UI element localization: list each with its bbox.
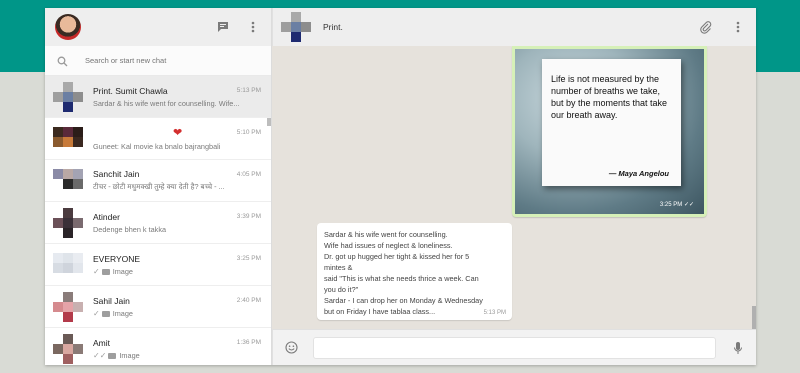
chat-preview: Sardar & his wife went for counselling. … [93, 98, 240, 108]
message-line: Sardar & his wife went for counselling. [324, 230, 448, 239]
chat-preview: ✓✓ Image [93, 351, 261, 360]
chat-name: Sahil Jain [93, 295, 130, 306]
text-message[interactable]: Sardar & his wife went for counselling. … [317, 223, 512, 320]
chat-time: 4:05 PM [236, 170, 261, 178]
message-line: you do it?" [324, 285, 359, 294]
my-avatar[interactable] [55, 14, 81, 40]
message-time: 3:25 PM ✓✓ [660, 201, 694, 208]
avatar [53, 124, 83, 154]
sidebar-header [45, 8, 271, 46]
message-line: mintes & [324, 263, 353, 272]
message-line: said "This is what she needs thrice a we… [324, 274, 479, 283]
chat-time: 5:13 PM [236, 87, 261, 94]
heart-emoji-icon: ❤ [173, 127, 183, 139]
chat-preview: टीचर - छोटी मधुमक्खी तुम्हे क्या देती है… [93, 182, 225, 191]
mic-icon[interactable] [730, 340, 746, 356]
message-line: Sardar - I can drop her on Monday & Wedn… [324, 296, 483, 305]
chat-name: Sanchit Jain [93, 169, 140, 179]
chat-time: 3:25 PM [236, 255, 261, 262]
menu-icon[interactable] [245, 19, 261, 35]
chat-item-atinder[interactable]: Atinder 3:39 PM Dedenge bhen k takka [45, 202, 271, 244]
chat-item-sanchit[interactable]: Sanchit Jain 4:05 PM टीचर - छोटी मधुमक्ख… [45, 160, 271, 202]
chat-preview: Guneet: Kal movie ka bnalo bajrangbali [93, 142, 221, 151]
avatar [53, 207, 83, 238]
avatar [53, 333, 83, 364]
message-time: 5:13 PM [483, 310, 506, 316]
quote-author: — Maya Angelou [608, 169, 669, 178]
contact-avatar[interactable] [281, 12, 311, 42]
chat-list: Print. Sumit Chawla 5:13 PM Sardar & his… [45, 76, 271, 365]
avatar [53, 250, 83, 280]
chat-name: Atinder [93, 211, 120, 222]
chat-item-everyone[interactable]: EVERYONE 3:25 PM ✓ Image [45, 244, 271, 286]
double-check-icon: ✓✓ [683, 202, 694, 208]
check-icon: ✓ [93, 308, 100, 318]
chat-item-sahil[interactable]: Sahil Jain 2:40 PM ✓ Image [45, 286, 271, 328]
chat-name: Print. Sumit Chawla [93, 85, 168, 96]
chat-time: 1:36 PM [236, 339, 261, 346]
avatar [53, 166, 83, 196]
conversation-pane: Print. Life is not measured by the numbe… [272, 8, 756, 365]
sidebar: Print. Sumit Chawla 5:13 PM Sardar & his… [45, 8, 272, 365]
conversation-title[interactable]: Print. [323, 22, 343, 32]
image-message[interactable]: Life is not measured by the number of br… [512, 46, 707, 217]
chat-item-group[interactable]: ❤ 5:10 PM Guneet: Kal movie ka bnalo baj… [45, 118, 271, 160]
chat-preview-text: Image [112, 266, 133, 276]
chat-item-amit[interactable]: Amit 1:36 PM ✓✓ Image [45, 328, 271, 365]
message-line: Dr. got up hugged her tight & kissed her… [324, 252, 470, 261]
double-check-icon: ✓✓ [93, 350, 107, 360]
quote-note: Life is not measured by the number of br… [542, 59, 681, 186]
conversation-header: Print. [272, 8, 756, 46]
chat-name: Amit [93, 337, 110, 348]
messages-scrollbar[interactable] [752, 306, 756, 329]
search-bar [45, 46, 271, 76]
new-chat-icon[interactable] [215, 19, 231, 35]
avatar [53, 81, 83, 112]
chat-preview: ✓ Image [93, 309, 261, 318]
whatsapp-web-window: Print. Sumit Chawla 5:13 PM Sardar & his… [45, 8, 756, 365]
message-input[interactable] [313, 336, 716, 359]
avatar [53, 291, 83, 322]
chat-preview: Dedenge bhen k takka [93, 224, 167, 234]
composer [272, 329, 756, 365]
attach-icon[interactable] [698, 19, 714, 35]
menu-icon[interactable] [730, 19, 746, 35]
quote-text: Life is not measured by the number of br… [551, 74, 668, 120]
camera-icon [101, 310, 110, 317]
check-icon: ✓ [93, 266, 100, 276]
chat-item-sumit[interactable]: Print. Sumit Chawla 5:13 PM Sardar & his… [45, 76, 271, 118]
chat-preview: ✓ Image [93, 267, 261, 276]
chat-time: 5:10 PM [236, 129, 261, 136]
message-line: Wife had issues of neglect & loneliness. [324, 241, 453, 250]
camera-icon [108, 352, 117, 359]
emoji-icon[interactable] [283, 340, 299, 356]
quote-image[interactable]: Life is not measured by the number of br… [515, 49, 704, 214]
chat-name: EVERYONE [93, 253, 141, 264]
search-input[interactable] [85, 56, 245, 65]
camera-icon [101, 268, 110, 275]
chat-preview-text: Image [119, 350, 140, 360]
message-area: Life is not measured by the number of br… [272, 46, 756, 329]
chat-time: 2:40 PM [236, 297, 261, 304]
message-time-text: 3:25 PM [659, 202, 683, 208]
message-line: but on Friday I have tablaa class... [324, 307, 436, 316]
search-icon[interactable] [57, 54, 71, 68]
chat-time: 3:39 PM [236, 213, 261, 220]
chat-preview-text: Image [112, 308, 133, 318]
